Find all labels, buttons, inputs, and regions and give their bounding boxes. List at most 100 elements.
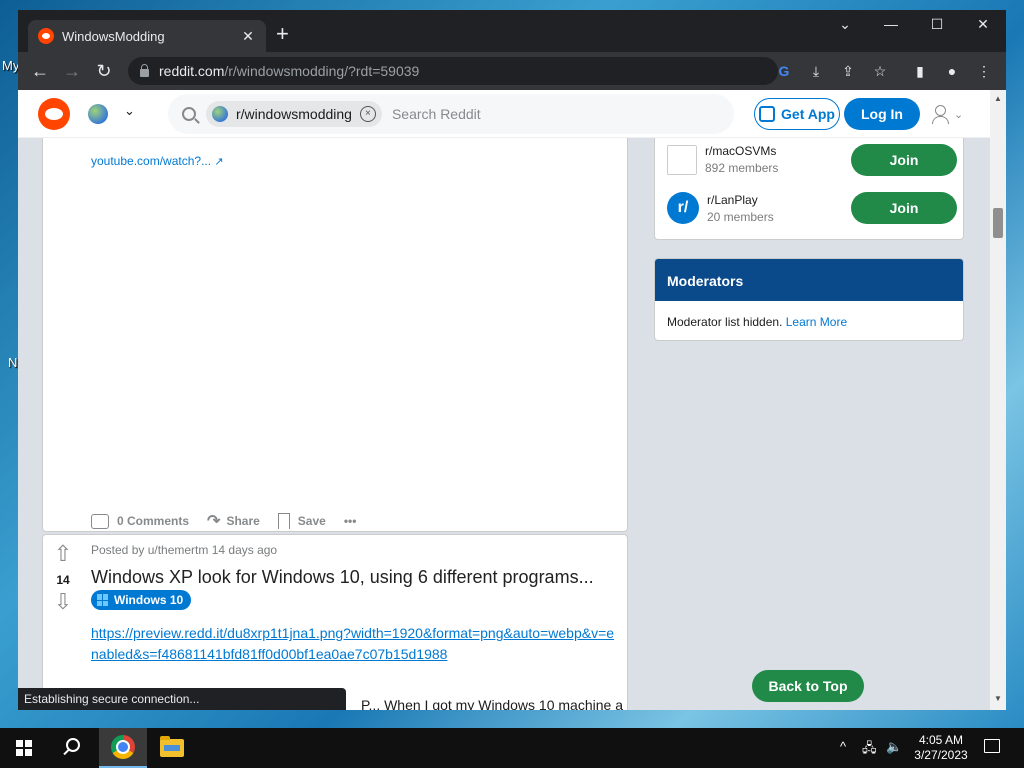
file-explorer-icon [160,736,184,757]
clear-chip-icon[interactable]: × [359,106,376,122]
windows-taskbar: ^ 🖧 🔈 4:05 AM 3/27/2023 [0,728,1024,768]
url-host: reddit.com [159,63,225,79]
post-image-link[interactable]: https://preview.redd.it/du8xrp1t1jna1.pn… [91,623,619,665]
taskbar-explorer-button[interactable] [148,728,196,768]
get-app-button[interactable]: Get App [754,98,840,130]
more-options-button[interactable]: ••• [344,514,357,528]
moderators-body: Moderator list hidden. Learn More [655,301,963,340]
notification-icon[interactable] [984,739,1000,753]
post-title[interactable]: Windows XP look for Windows 10, using 6 … [91,567,594,588]
page-viewport: youtube.com/watch?... ↗ 0 Comments ↷ Sha… [18,90,990,710]
back-arrow-icon[interactable]: ← [28,60,52,82]
forward-arrow-icon[interactable]: → [60,60,84,82]
save-button[interactable]: Save [277,513,326,529]
comments-label: 0 Comments [117,514,190,528]
get-app-label: Get App [781,106,835,122]
tab-title: WindowsModding [62,28,165,44]
similar-communities-card: r/macOSVMs 892 members Join r/ r/LanPlay… [654,120,964,240]
vote-count: 14 [56,573,70,587]
bookmark-star-icon[interactable]: ☆ [871,62,889,80]
chevron-down-icon[interactable]: ⌄ [124,103,135,119]
search-scope-chip[interactable]: r/windowsmodding × [206,101,382,127]
join-button[interactable]: Join [851,192,957,224]
vertical-scrollbar[interactable]: ▲ ▼ [990,90,1006,710]
downvote-icon[interactable]: ⇩ [47,591,79,613]
url-path: /r/windowsmodding/?rdt=59039 [224,63,420,79]
volume-icon[interactable]: 🔈 [886,739,902,755]
save-label: Save [297,514,326,528]
community-members: 20 members [707,209,774,224]
scrollbar-thumb[interactable] [993,208,1003,238]
learn-more-link[interactable]: Learn More [786,315,847,329]
back-to-top-button[interactable]: Back to Top [752,670,864,702]
community-name[interactable]: r/LanPlay [707,193,774,207]
maximize-button[interactable]: ☐ [915,16,959,33]
chrome-menu-icon[interactable]: ⋮ [975,62,993,80]
qr-code-icon [759,106,776,122]
chevron-down-icon: ⌄ [954,108,964,121]
post-flair[interactable]: Windows 10 [91,590,192,610]
tab-windowsmodding[interactable]: WindowsModding ✕ [28,20,266,52]
reddit-logo-icon[interactable] [38,98,70,130]
profile-icon[interactable]: ● [943,62,961,80]
moderators-title: Moderators [655,259,963,301]
comment-icon [91,513,109,529]
reddit-favicon-icon [38,28,54,44]
address-bar[interactable]: reddit.com /r/windowsmodding/?rdt=59039 [128,57,778,85]
post-actions: 0 Comments ↷ Share Save ••• [91,511,374,531]
community-members: 892 members [705,161,779,175]
chrome-window: WindowsModding ✕ + ⌄ — ☐ ✕ ← → ↻ reddit.… [18,10,1006,710]
tab-close-icon[interactable]: ✕ [240,28,256,45]
reddit-search-bar[interactable]: r/windowsmodding × Search Reddit [168,94,734,134]
install-app-icon[interactable]: ⤓ [807,62,825,80]
login-button[interactable]: Log In [844,98,920,130]
post-external-link[interactable]: youtube.com/watch?... ↗ [91,154,224,168]
community-row[interactable]: r/macOSVMs 892 members [667,144,778,175]
moderators-text: Moderator list hidden. [667,315,783,329]
post-meta[interactable]: Posted by u/themertm 14 days ago [91,543,277,557]
flair-label: Windows 10 [114,593,184,607]
network-icon[interactable]: 🖧 [862,739,877,761]
external-link-icon: ↗ [214,156,224,168]
desktop-icon-label[interactable]: N [8,355,17,370]
more-dots-icon: ••• [343,514,357,528]
bookmark-icon [277,513,290,529]
reload-icon[interactable]: ↻ [92,60,116,82]
post-card[interactable]: ⇧ 14 ⇩ Posted by u/themertm 14 days ago … [42,534,628,710]
close-window-button[interactable]: ✕ [961,16,1005,33]
community-globe-icon[interactable] [88,104,108,124]
new-tab-button[interactable]: + [276,23,289,45]
scroll-down-arrow-icon[interactable]: ▼ [994,694,1002,703]
scroll-up-arrow-icon[interactable]: ▲ [994,94,1002,103]
taskbar-clock[interactable]: 4:05 AM 3/27/2023 [910,733,972,763]
browser-toolbar: ← → ↻ reddit.com /r/windowsmodding/?rdt=… [18,52,1006,90]
community-row[interactable]: r/ r/LanPlay 20 members [667,192,774,224]
comments-button[interactable]: 0 Comments [91,513,190,529]
desktop-icon-label[interactable]: My [2,58,19,73]
reddit-header: ⌄ r/windowsmodding × Search Reddit Get A… [18,90,990,138]
tab-search-chevron-icon[interactable]: ⌄ [823,16,867,33]
user-menu-button[interactable]: ⌄ [932,102,972,126]
search-icon [182,107,196,121]
post-card[interactable]: youtube.com/watch?... ↗ 0 Comments ↷ Sha… [42,120,628,532]
chrome-icon [111,735,135,759]
share-icon[interactable]: ⇪ [839,62,857,80]
start-windows-icon[interactable] [16,740,32,756]
google-lens-icon[interactable]: G [775,62,793,80]
community-name[interactable]: r/macOSVMs [705,144,778,158]
share-arrow-icon: ↷ [207,513,221,530]
moderators-card: Moderators Moderator list hidden. Learn … [654,258,964,341]
join-button[interactable]: Join [851,144,957,176]
tab-strip: WindowsModding ✕ + ⌄ — ☐ ✕ [18,10,1006,52]
search-input[interactable]: Search Reddit [392,106,481,122]
community-avatar: r/ [667,192,699,224]
upvote-icon[interactable]: ⇧ [47,543,79,565]
taskbar-search-icon[interactable] [62,738,80,756]
side-panel-icon[interactable]: ▮ [911,62,929,80]
share-button[interactable]: ↷ Share [207,511,260,531]
taskbar-chrome-button[interactable] [99,728,147,768]
minimize-button[interactable]: — [869,16,913,32]
status-bubble: Establishing secure connection... [18,688,346,710]
tray-chevron-icon[interactable]: ^ [840,739,846,754]
lock-icon[interactable] [140,63,149,77]
